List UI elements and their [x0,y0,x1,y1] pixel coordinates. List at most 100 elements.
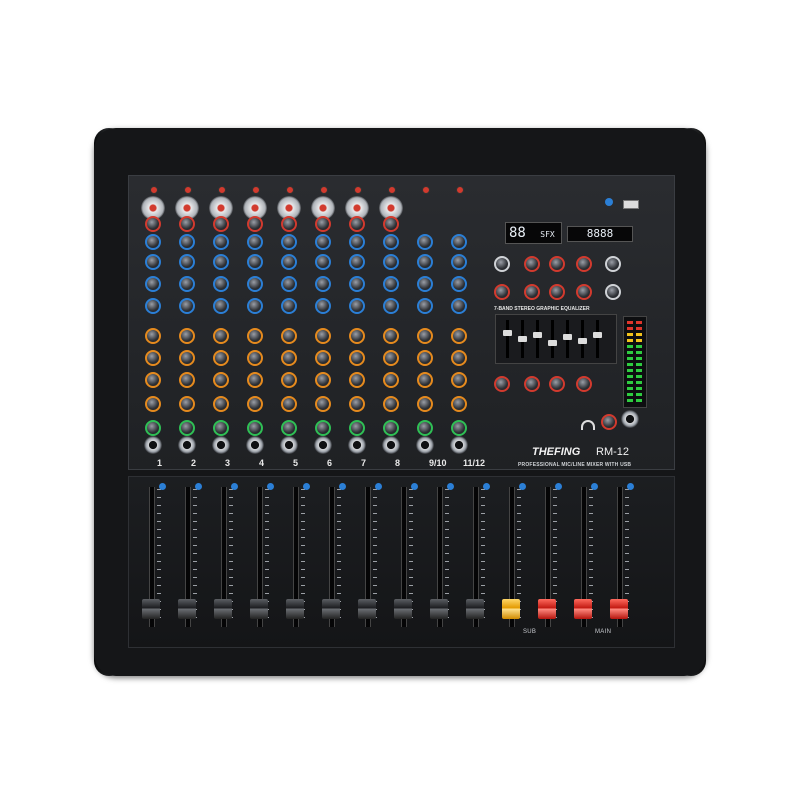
channel-knob[interactable] [247,420,263,436]
mute-button[interactable] [303,483,310,490]
channel-knob[interactable] [417,396,433,412]
channel-knob[interactable] [417,254,433,270]
channel-knob[interactable] [145,372,161,388]
channel-fader-cap[interactable] [322,599,340,619]
channel-knob[interactable] [417,420,433,436]
return-knob-1[interactable] [494,376,510,392]
channel-knob[interactable] [417,234,433,250]
channel-knob[interactable] [145,216,161,232]
channel-fader-cap[interactable] [358,599,376,619]
channel-knob[interactable] [383,372,399,388]
channel-knob[interactable] [213,350,229,366]
channel-knob[interactable] [417,328,433,344]
channel-knob[interactable] [451,420,467,436]
channel-knob[interactable] [179,396,195,412]
channel-knob[interactable] [213,420,229,436]
channel-knob[interactable] [179,234,195,250]
channel-knob[interactable] [247,298,263,314]
fx-knob-10[interactable] [605,284,621,300]
channel-knob[interactable] [349,372,365,388]
bus-fader-cap[interactable] [538,599,556,619]
channel-knob[interactable] [417,298,433,314]
channel-knob[interactable] [145,420,161,436]
mute-button[interactable] [195,483,202,490]
channel-knob[interactable] [247,350,263,366]
bus-fader-cap[interactable] [502,599,520,619]
eq-slider-handle[interactable] [518,336,527,342]
channel-knob[interactable] [179,216,195,232]
channel-knob[interactable] [145,350,161,366]
return-knob-4[interactable] [576,376,592,392]
channel-knob[interactable] [179,372,195,388]
channel-knob[interactable] [281,396,297,412]
channel-fader-cap[interactable] [214,599,232,619]
channel-fader-cap[interactable] [142,599,160,619]
mute-button[interactable] [627,483,634,490]
channel-knob[interactable] [281,216,297,232]
mute-button[interactable] [447,483,454,490]
channel-knob[interactable] [213,298,229,314]
eq-slider-handle[interactable] [503,330,512,336]
channel-knob[interactable] [213,216,229,232]
channel-knob[interactable] [145,254,161,270]
line-input-jack[interactable] [416,436,434,454]
line-input-jack[interactable] [280,436,298,454]
channel-fader-cap[interactable] [394,599,412,619]
channel-knob[interactable] [145,234,161,250]
channel-knob[interactable] [281,420,297,436]
channel-knob[interactable] [179,420,195,436]
channel-knob[interactable] [145,396,161,412]
fx-knob-1[interactable] [494,256,510,272]
channel-knob[interactable] [451,254,467,270]
line-input-jack[interactable] [178,436,196,454]
channel-fader-cap[interactable] [286,599,304,619]
channel-knob[interactable] [145,328,161,344]
mute-button[interactable] [555,483,562,490]
channel-knob[interactable] [349,396,365,412]
channel-knob[interactable] [247,276,263,292]
fx-knob-3[interactable] [549,256,565,272]
channel-knob[interactable] [451,350,467,366]
line-input-jack[interactable] [450,436,468,454]
line-input-jack[interactable] [246,436,264,454]
channel-knob[interactable] [315,216,331,232]
channel-fader-cap[interactable] [178,599,196,619]
channel-fader-cap[interactable] [250,599,268,619]
channel-knob[interactable] [383,216,399,232]
line-input-jack[interactable] [212,436,230,454]
fx-knob-8[interactable] [549,284,565,300]
usb-port[interactable] [623,200,639,209]
fx-knob-6[interactable] [494,284,510,300]
channel-knob[interactable] [247,254,263,270]
channel-knob[interactable] [315,328,331,344]
channel-knob[interactable] [349,298,365,314]
mute-button[interactable] [483,483,490,490]
channel-knob[interactable] [349,420,365,436]
channel-knob[interactable] [281,276,297,292]
bus-fader-cap[interactable] [574,599,592,619]
fx-knob-7[interactable] [524,284,540,300]
channel-knob[interactable] [349,254,365,270]
line-input-jack[interactable] [144,436,162,454]
channel-knob[interactable] [451,396,467,412]
eq-slider-handle[interactable] [533,332,542,338]
channel-knob[interactable] [315,350,331,366]
mute-button[interactable] [231,483,238,490]
channel-knob[interactable] [349,276,365,292]
eq-slider-handle[interactable] [578,338,587,344]
channel-knob[interactable] [179,328,195,344]
channel-knob[interactable] [247,328,263,344]
channel-knob[interactable] [281,372,297,388]
channel-knob[interactable] [383,350,399,366]
channel-knob[interactable] [315,276,331,292]
channel-knob[interactable] [315,372,331,388]
channel-knob[interactable] [383,420,399,436]
channel-knob[interactable] [179,350,195,366]
channel-knob[interactable] [451,328,467,344]
channel-knob[interactable] [383,254,399,270]
mute-button[interactable] [519,483,526,490]
channel-knob[interactable] [247,372,263,388]
channel-knob[interactable] [281,254,297,270]
channel-knob[interactable] [281,350,297,366]
mute-button[interactable] [159,483,166,490]
